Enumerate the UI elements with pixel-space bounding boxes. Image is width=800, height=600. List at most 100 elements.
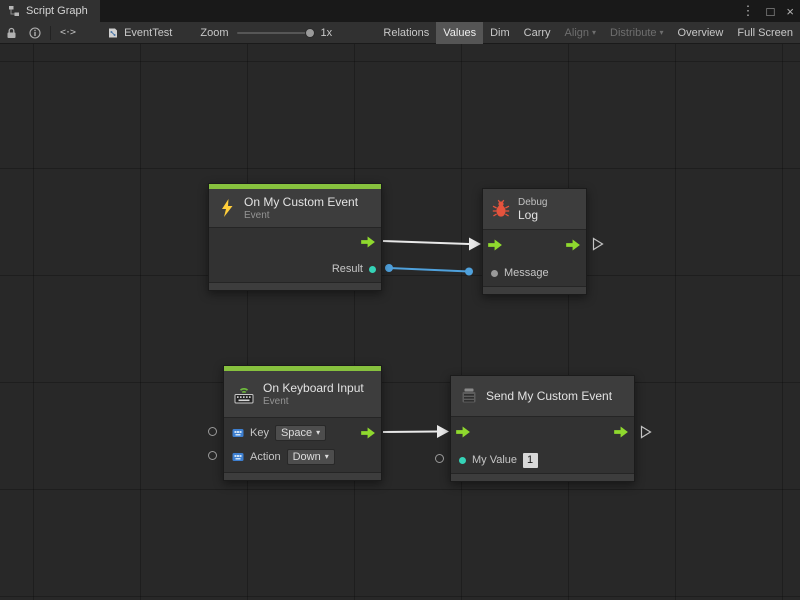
- flow-continuation-triangle: [640, 425, 652, 439]
- connection-flow-customevent-log[interactable]: [383, 238, 481, 251]
- node-body: Result: [209, 227, 381, 283]
- node-footer: [209, 283, 381, 290]
- result-output-port[interactable]: [369, 266, 376, 273]
- values-button[interactable]: Values: [436, 22, 483, 44]
- node-debug-log[interactable]: Debug Log Message: [482, 188, 587, 295]
- distribute-button[interactable]: Distribute▾: [603, 22, 670, 44]
- graph-asset-icon: [107, 27, 119, 39]
- action-type-icon: [232, 451, 244, 463]
- lock-button[interactable]: [0, 22, 23, 44]
- connections-layer: [0, 44, 800, 600]
- result-port-label: Result: [332, 263, 363, 275]
- chevron-down-icon: ▾: [325, 453, 329, 461]
- custom-event-icon: [459, 386, 479, 406]
- chevron-down-icon: ▾: [592, 29, 596, 37]
- node-title: Send My Custom Event: [486, 389, 612, 403]
- toolbar-divider: [50, 26, 51, 40]
- zoom-slider-handle[interactable]: [305, 28, 315, 38]
- code-icon: <·>: [60, 27, 75, 38]
- flow-output-row: [209, 228, 381, 256]
- node-surtitle: Debug: [518, 197, 547, 208]
- node-body: Key Space ▾ Action: [224, 417, 381, 473]
- node-footer: [224, 473, 381, 480]
- action-port-label: Action: [250, 451, 281, 463]
- node-header[interactable]: On Keyboard Input Event: [224, 371, 381, 417]
- key-dropdown[interactable]: Space ▾: [275, 425, 326, 441]
- zoom-value: 1x: [321, 27, 333, 39]
- key-port-label: Key: [250, 427, 269, 439]
- action-input-ring[interactable]: [208, 451, 217, 460]
- node-subtitle: Event: [244, 210, 358, 221]
- flow-output-port[interactable]: [614, 427, 629, 438]
- align-button[interactable]: Align▾: [558, 22, 603, 44]
- close-icon[interactable]: ×: [780, 4, 800, 19]
- message-input-row: Message: [483, 260, 586, 286]
- graph-toolbar: <·> EventTest Zoom 1x Relations Values D…: [0, 22, 800, 44]
- node-body: Message: [483, 229, 586, 287]
- chevron-down-icon: ▾: [316, 429, 320, 437]
- my-value-input-row: My Value 1: [451, 447, 634, 473]
- flow-row: [451, 417, 634, 447]
- dim-button[interactable]: Dim: [483, 22, 517, 44]
- connection-flow-keyboard-send[interactable]: [383, 425, 449, 438]
- fullscreen-button[interactable]: Full Screen: [730, 22, 800, 44]
- flow-output-port[interactable]: [361, 237, 376, 248]
- flow-output-port[interactable]: [566, 240, 581, 251]
- node-header[interactable]: On My Custom Event Event: [209, 189, 381, 227]
- maximize-icon[interactable]: □: [761, 4, 781, 19]
- message-input-port[interactable]: [491, 270, 498, 277]
- node-on-keyboard-input[interactable]: On Keyboard Input Event Key Space ▾: [223, 365, 382, 481]
- my-value-port-label: My Value: [472, 454, 517, 466]
- flow-input-port[interactable]: [456, 427, 471, 438]
- script-graph-icon: [8, 5, 20, 17]
- node-title: Log: [518, 208, 547, 222]
- connection-value-result-message[interactable]: [385, 264, 473, 276]
- my-value-input-port[interactable]: [459, 457, 466, 464]
- action-dropdown[interactable]: Down ▾: [287, 449, 335, 465]
- keycode-type-icon: [232, 427, 244, 439]
- flow-output-port[interactable]: [361, 428, 376, 439]
- message-port-label: Message: [504, 267, 549, 279]
- zoom-label: Zoom: [200, 27, 228, 39]
- node-on-my-custom-event[interactable]: On My Custom Event Event Result: [208, 183, 382, 291]
- lightning-icon: [217, 198, 237, 218]
- inspect-button[interactable]: [23, 22, 47, 44]
- flow-continuation-triangle: [592, 237, 604, 251]
- script-graph-window: Script Graph ⋮ □ × <·>: [0, 0, 800, 600]
- titlebar: Script Graph ⋮ □ ×: [0, 0, 800, 22]
- zoom-slider[interactable]: [237, 32, 313, 34]
- key-input-ring[interactable]: [208, 427, 217, 436]
- node-title: On My Custom Event: [244, 195, 358, 209]
- tab-script-graph[interactable]: Script Graph: [0, 0, 100, 22]
- action-input-row: Action Down ▾: [224, 445, 381, 469]
- node-footer: [483, 287, 586, 294]
- carry-button[interactable]: Carry: [517, 22, 558, 44]
- zoom-control: Zoom 1x: [200, 27, 332, 39]
- info-icon: [29, 27, 41, 39]
- lock-icon: [6, 27, 17, 39]
- flow-row: [483, 230, 586, 260]
- window-controls: ⋮ □ ×: [736, 0, 800, 22]
- key-input-row: Key Space ▾: [224, 421, 381, 445]
- bug-icon: [491, 199, 511, 219]
- graph-canvas[interactable]: On My Custom Event Event Result: [0, 44, 800, 600]
- overview-button[interactable]: Overview: [671, 22, 731, 44]
- graph-breadcrumb[interactable]: EventTest: [107, 27, 172, 39]
- tab-title: Script Graph: [26, 5, 88, 17]
- node-send-my-custom-event[interactable]: Send My Custom Event My Value 1: [450, 375, 635, 482]
- code-view-button[interactable]: <·>: [54, 22, 81, 44]
- my-value-field[interactable]: 1: [523, 453, 538, 468]
- keyboard-icon: [232, 384, 256, 405]
- node-header[interactable]: Send My Custom Event: [451, 376, 634, 416]
- node-header[interactable]: Debug Log: [483, 189, 586, 229]
- node-title: On Keyboard Input: [263, 381, 364, 395]
- toolbar-buttons: Relations Values Dim Carry Align▾ Distri…: [376, 22, 800, 44]
- window-menu-icon[interactable]: ⋮: [736, 3, 761, 19]
- my-value-input-ring[interactable]: [435, 454, 444, 463]
- graph-name: EventTest: [124, 27, 172, 39]
- relations-button[interactable]: Relations: [376, 22, 436, 44]
- flow-input-port[interactable]: [488, 240, 503, 251]
- result-output-row: Result: [209, 256, 381, 282]
- node-footer: [451, 474, 634, 481]
- chevron-down-icon: ▾: [660, 29, 664, 37]
